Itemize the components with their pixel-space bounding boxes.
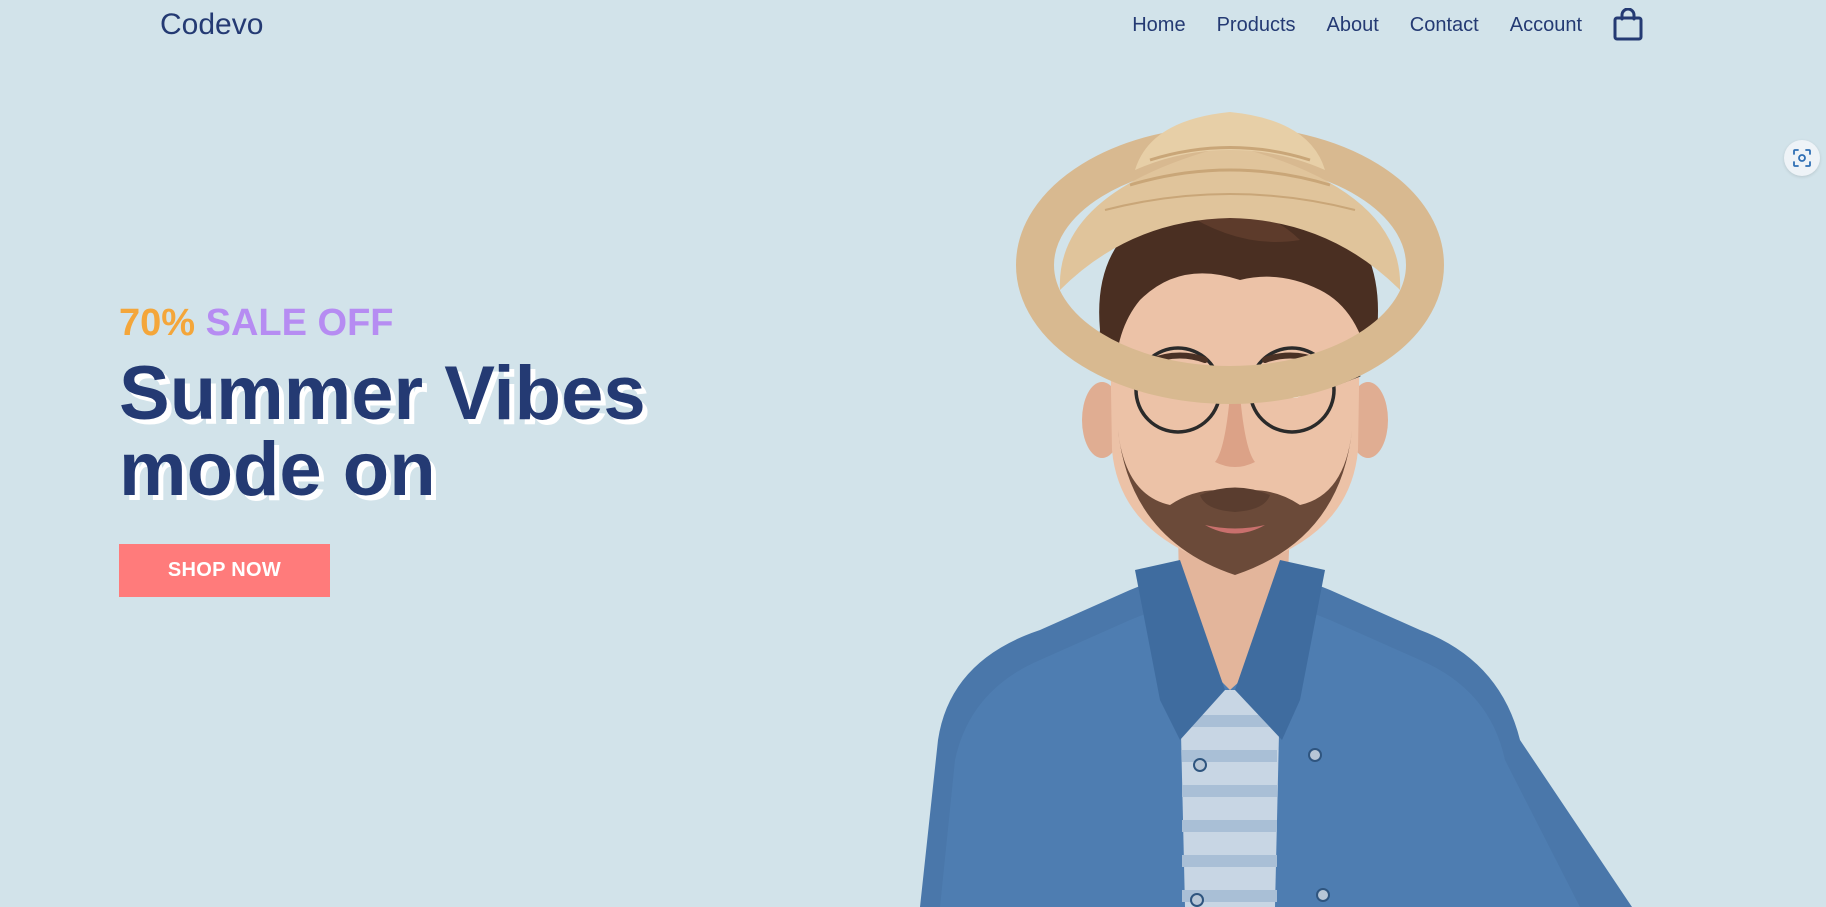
shopping-bag-icon-graphic bbox=[1613, 7, 1643, 41]
screen-capture-button[interactable] bbox=[1784, 140, 1820, 176]
nav-home-link[interactable]: Home bbox=[1132, 14, 1185, 37]
nav-account-link[interactable]: Account bbox=[1510, 14, 1582, 37]
nav-contact-link[interactable]: Contact bbox=[1410, 14, 1479, 37]
nav-about-link[interactable]: About bbox=[1327, 14, 1379, 37]
sale-percent: 70% bbox=[119, 302, 196, 344]
screen-capture-icon bbox=[1793, 149, 1811, 167]
headline-line-2: mode on bbox=[119, 427, 436, 512]
sale-tagline: 70% SALE OFF bbox=[119, 302, 394, 345]
sale-text: SALE OFF bbox=[205, 302, 394, 344]
main-nav: Home Products About Contact Account bbox=[1132, 14, 1582, 37]
hero-headline: Summer Vibes mode on bbox=[119, 356, 739, 508]
page: Codevo Home Products About Contact Accou… bbox=[0, 0, 1826, 907]
hero-model-image bbox=[920, 112, 1632, 907]
headline-line-1: Summer Vibes bbox=[119, 351, 646, 436]
shopping-bag-icon[interactable] bbox=[1612, 7, 1644, 42]
site-logo[interactable]: Codevo bbox=[160, 8, 263, 42]
shop-now-button[interactable]: SHOP NOW bbox=[119, 544, 330, 597]
nav-products-link[interactable]: Products bbox=[1217, 14, 1296, 37]
